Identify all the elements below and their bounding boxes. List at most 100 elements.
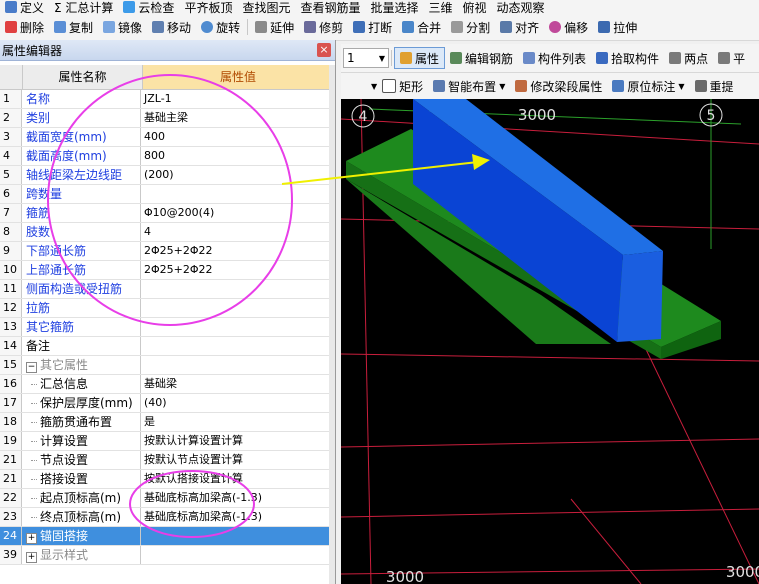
- property-row[interactable]: 7 箍筋 Φ10@200(4): [0, 204, 333, 223]
- property-row[interactable]: 5 轴线距梁左边线距 (200): [0, 166, 333, 185]
- property-value[interactable]: [141, 356, 333, 374]
- property-name: + 显示样式: [22, 546, 141, 564]
- property-value[interactable]: (40): [141, 394, 333, 412]
- property-value[interactable]: 按默认节点设置计算: [141, 451, 333, 469]
- tool-pick-component[interactable]: 拾取构件: [591, 44, 664, 72]
- property-row[interactable]: 21 搭接设置 按默认搭接设置计算: [0, 470, 333, 489]
- close-icon[interactable]: ×: [317, 43, 331, 57]
- property-value[interactable]: [141, 185, 333, 203]
- tool-modify-span-props[interactable]: 修改梁段属性: [510, 73, 607, 99]
- property-row[interactable]: 3 截面宽度(mm) 400: [0, 128, 333, 147]
- tool-extend[interactable]: 延伸: [250, 14, 299, 40]
- property-value[interactable]: JZL-1: [141, 90, 333, 108]
- property-value[interactable]: 按默认搭接设置计算: [141, 470, 333, 488]
- collapse-icon[interactable]: −: [26, 362, 37, 373]
- property-row[interactable]: 21 节点设置 按默认节点设置计算: [0, 451, 333, 470]
- property-row[interactable]: 1 名称 JZL-1: [0, 90, 333, 109]
- property-row[interactable]: 23 终点顶标高(m) 基础底标高加梁高(-1.3): [0, 508, 333, 527]
- panel-title-bar[interactable]: 属性编辑器 ×: [0, 40, 335, 61]
- expand-icon[interactable]: +: [26, 533, 37, 544]
- property-row[interactable]: 4 截面高度(mm) 800: [0, 147, 333, 166]
- property-value[interactable]: [141, 527, 333, 545]
- property-row[interactable]: 13 其它箍筋: [0, 318, 333, 337]
- property-row[interactable]: 14 备注: [0, 337, 333, 356]
- tool-align-slab-top[interactable]: 平齐板顶: [179, 0, 237, 15]
- property-row[interactable]: 10 上部通长筋 2Φ25+2Φ22: [0, 261, 333, 280]
- property-row[interactable]: 9 下部通长筋 2Φ25+2Φ22: [0, 242, 333, 261]
- property-row[interactable]: 22 起点顶标高(m) 基础底标高加梁高(-1.3): [0, 489, 333, 508]
- property-value[interactable]: 按默认计算设置计算: [141, 432, 333, 450]
- property-row[interactable]: 11 侧面构造或受扭筋: [0, 280, 333, 299]
- tool-offset[interactable]: 偏移: [544, 14, 593, 40]
- draw-toolbar: ▼ 矩形 智能布置 ▼ 修改梁段属性 原位标注 ▼ 重提: [341, 73, 759, 100]
- tool-parallel[interactable]: 平: [713, 44, 750, 72]
- tool-3d[interactable]: 三维: [424, 0, 458, 15]
- property-value[interactable]: Φ10@200(4): [141, 204, 333, 222]
- tool-define[interactable]: 定义: [0, 0, 49, 14]
- property-value[interactable]: 基础主梁: [141, 109, 333, 127]
- property-value[interactable]: 基础梁: [141, 375, 333, 393]
- property-value[interactable]: 400: [141, 128, 333, 146]
- property-row[interactable]: 17 保护层厚度(mm) (40): [0, 394, 333, 413]
- property-row[interactable]: 19 计算设置 按默认计算设置计算: [0, 432, 333, 451]
- tool-two-points[interactable]: 两点: [664, 44, 713, 72]
- property-row[interactable]: 24 + 锚固搭接: [0, 527, 333, 546]
- tool-smart-layout[interactable]: 智能布置 ▼: [428, 73, 510, 99]
- property-row[interactable]: 39 + 显示样式: [0, 546, 333, 565]
- panel-scrollbar[interactable]: [329, 65, 335, 584]
- tool-reextract[interactable]: 重提: [690, 73, 739, 99]
- tool-merge[interactable]: 合并: [397, 14, 446, 40]
- property-value[interactable]: 800: [141, 147, 333, 165]
- property-value[interactable]: [141, 546, 333, 564]
- tool-break[interactable]: 打断: [348, 14, 397, 40]
- property-value[interactable]: 4: [141, 223, 333, 241]
- property-value[interactable]: [141, 337, 333, 355]
- property-value[interactable]: 2Φ25+2Φ22: [141, 242, 333, 260]
- property-row[interactable]: 12 拉筋: [0, 299, 333, 318]
- row-number: 7: [0, 204, 22, 222]
- tool-align[interactable]: 对齐: [495, 14, 544, 40]
- 3d-viewport[interactable]: 4 5 3000 3000 3000: [341, 99, 759, 584]
- layer-select[interactable]: 1 ▼: [343, 48, 389, 68]
- tool-edit-rebar[interactable]: 编辑钢筋: [445, 44, 518, 72]
- property-value[interactable]: 基础底标高加梁高(-1.3): [141, 489, 333, 507]
- tool-properties[interactable]: 属性: [394, 47, 446, 69]
- tool-move[interactable]: 移动: [147, 14, 196, 40]
- tool-component-list[interactable]: 构件列表: [518, 44, 591, 72]
- property-row[interactable]: 15− 其它属性: [0, 356, 333, 375]
- tool-copy[interactable]: 复制: [49, 14, 98, 40]
- annotation-icon: [612, 80, 625, 92]
- property-row[interactable]: 16 汇总信息 基础梁: [0, 375, 333, 394]
- tool-summary-calc[interactable]: Σ 汇总计算: [49, 0, 118, 15]
- tool-split[interactable]: 分割: [446, 14, 495, 40]
- tool-rectangle[interactable]: 矩形: [377, 73, 428, 99]
- property-value[interactable]: [141, 280, 333, 298]
- row-number: 1: [0, 90, 22, 108]
- tool-find-element[interactable]: 查找图元: [237, 0, 295, 15]
- tool-orbit[interactable]: 动态观察: [492, 0, 550, 15]
- property-value[interactable]: 2Φ25+2Φ22: [141, 261, 333, 279]
- property-row[interactable]: 18 箍筋贯通布置 是: [0, 413, 333, 432]
- tool-in-place-annotation[interactable]: 原位标注 ▼: [607, 73, 689, 99]
- property-value[interactable]: 基础底标高加梁高(-1.3): [141, 508, 333, 526]
- tool-top-view[interactable]: 俯视: [458, 0, 492, 15]
- property-grid: 属性名称 属性值 1 名称 JZL-1 2 类别 基础主梁 3 截面宽度(mm) 400 4 截面高…: [0, 65, 333, 565]
- tool-delete[interactable]: 删除: [0, 14, 49, 40]
- tool-stretch[interactable]: 拉伸: [593, 14, 642, 40]
- tool-batch-select[interactable]: 批量选择: [365, 0, 423, 15]
- property-value[interactable]: 是: [141, 413, 333, 431]
- row-number: 8: [0, 223, 22, 241]
- property-row[interactable]: 2 类别 基础主梁: [0, 109, 333, 128]
- tool-mirror[interactable]: 镜像: [98, 14, 147, 40]
- property-value[interactable]: [141, 299, 333, 317]
- tool-rotate[interactable]: 旋转: [196, 14, 245, 40]
- property-value[interactable]: (200): [141, 166, 333, 184]
- tool-trim[interactable]: 修剪: [299, 14, 348, 40]
- tool-cloud-check[interactable]: 云检查: [118, 0, 179, 14]
- property-row[interactable]: 8 肢数 4: [0, 223, 333, 242]
- property-name: 终点顶标高(m): [22, 508, 141, 526]
- expand-icon[interactable]: +: [26, 552, 37, 563]
- property-value[interactable]: [141, 318, 333, 336]
- tool-view-rebar[interactable]: 查看钢筋量: [295, 0, 365, 15]
- property-row[interactable]: 6 跨数量: [0, 185, 333, 204]
